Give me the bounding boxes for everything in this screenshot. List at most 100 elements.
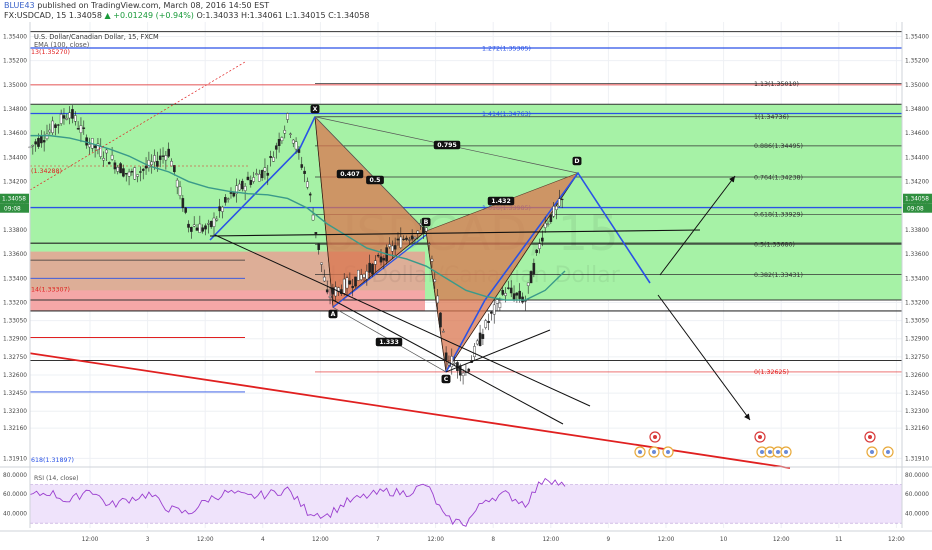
fib-level-label: 1.13(1.35010) <box>754 81 799 88</box>
candle-body <box>365 271 369 280</box>
event-dot-icon <box>760 450 764 454</box>
candle-body <box>187 223 190 228</box>
candle-body <box>164 155 168 161</box>
pattern-point-d: D <box>574 158 579 165</box>
symbol-label: FX:USDCAD, 15 <box>4 11 67 20</box>
candle-body <box>150 161 154 166</box>
candle-body <box>198 223 202 233</box>
candle-body <box>232 192 236 197</box>
candle-body <box>538 243 541 249</box>
candle-body <box>68 112 71 119</box>
fib-level-label: 0(1.32625) <box>754 369 789 376</box>
candle-body <box>323 276 326 282</box>
candle-body <box>65 118 69 120</box>
candle-body <box>136 174 139 177</box>
candle-body <box>498 302 502 308</box>
fib-level-label: 0.618(1.33929) <box>754 212 803 219</box>
candle-body <box>133 167 137 180</box>
candle-body <box>362 274 366 278</box>
left-price-label: 14(1.33307) <box>31 287 70 294</box>
fib-level-label: 1.272(1.35305) <box>482 45 531 52</box>
event-dot-icon <box>886 450 890 454</box>
candle-body <box>246 176 250 181</box>
price-tick-right: 1.35400 <box>905 35 929 41</box>
candle-body <box>116 167 120 172</box>
candle-body <box>374 260 377 265</box>
candle-body <box>560 198 564 201</box>
price-tick-right: 1.33800 <box>905 228 929 234</box>
candle-body <box>141 168 145 171</box>
time-tick: 12:00 <box>197 537 214 543</box>
current-price-tag-left: 1.34058 <box>2 197 26 203</box>
time-tick: 10 <box>720 537 728 543</box>
candle-body <box>484 320 488 328</box>
candle-body <box>124 173 128 175</box>
candle-body <box>110 154 114 160</box>
rsi-tick-left: 60.0000 <box>3 492 27 498</box>
candle-body <box>447 363 451 366</box>
time-tick: 3 <box>146 537 150 543</box>
legend-ema: EMA (100, close) <box>34 41 89 49</box>
candle-body <box>546 223 550 225</box>
candle-body <box>71 109 74 119</box>
candle-body <box>461 372 465 377</box>
candle-body <box>475 340 479 345</box>
candle-body <box>167 148 171 157</box>
author-link[interactable]: BLUE43 <box>4 1 35 10</box>
price-tick-left: 1.31910 <box>3 456 27 462</box>
candle-body <box>130 170 134 173</box>
price-tick-left: 1.34200 <box>3 180 27 186</box>
time-tick: 12:00 <box>82 537 99 543</box>
candle-body <box>458 365 462 376</box>
candle-body <box>209 221 213 228</box>
time-tick: 12:00 <box>658 537 675 543</box>
candle-body <box>541 237 544 242</box>
fib-level-label: 0.886(1.34495) <box>754 143 803 150</box>
price-tick-left: 1.34400 <box>3 155 27 161</box>
candle-body <box>175 179 179 188</box>
price-tick-left: 1.32750 <box>3 355 27 361</box>
candle-body <box>170 161 173 167</box>
candle-body <box>320 262 323 265</box>
price-tick-left: 1.35000 <box>3 83 27 89</box>
candle-body <box>212 217 216 227</box>
candle-body <box>34 141 37 145</box>
candle-body <box>48 129 52 133</box>
candle-body <box>76 128 80 130</box>
price-tick-left: 1.32160 <box>3 426 27 432</box>
candle-body <box>512 293 516 300</box>
time-tick: 12:00 <box>427 537 444 543</box>
pattern-point-b: B <box>424 219 429 226</box>
candle-body <box>348 280 352 285</box>
candle-body <box>473 346 476 358</box>
candle-body <box>153 155 156 163</box>
candle-body <box>297 149 301 153</box>
candle-body <box>393 245 397 250</box>
candle-body <box>238 183 241 191</box>
pattern-point-x: X <box>313 106 318 113</box>
candle-body <box>283 130 287 134</box>
chart-canvas[interactable]: 1.272(1.35305)1.13(1.35010)1.414(1.34763… <box>0 0 932 550</box>
candle-body <box>444 352 448 361</box>
price-tick-right: 1.34800 <box>905 107 929 113</box>
candle-body <box>82 127 86 129</box>
rsi-tick-right: 60.0000 <box>905 492 929 498</box>
candle-body <box>192 224 196 227</box>
candle-body <box>453 362 456 365</box>
candle-body <box>424 227 428 232</box>
candle-body <box>478 332 482 346</box>
candle-body <box>243 186 247 191</box>
candle-body <box>184 207 187 213</box>
candle-body <box>207 223 210 225</box>
candle-body <box>218 206 221 212</box>
candle-body <box>549 214 553 223</box>
candle-body <box>107 161 111 165</box>
time-tick: 12:00 <box>542 537 559 543</box>
candle-body <box>241 180 244 190</box>
current-time-tag-left: 09:08 <box>4 207 21 213</box>
candle-body <box>54 124 57 128</box>
candle-body <box>371 263 374 275</box>
price-tick-right: 1.31910 <box>905 456 929 462</box>
event-dot-icon <box>666 450 670 454</box>
candle-body <box>325 289 329 293</box>
